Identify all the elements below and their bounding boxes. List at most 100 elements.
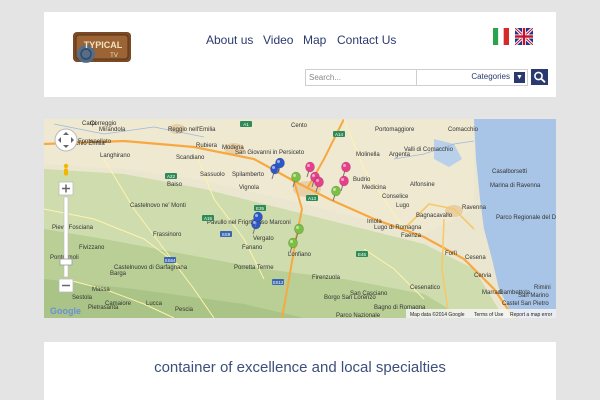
map-place-label: Lonfiano <box>288 252 312 258</box>
map-pan-control[interactable] <box>54 128 78 152</box>
map-place-label: Correggio <box>90 121 117 127</box>
search-button[interactable] <box>531 69 548 85</box>
categories-select[interactable]: Categories ▼ <box>416 69 528 86</box>
svg-text:E45: E45 <box>358 252 367 257</box>
road-shield: A15 <box>202 215 214 221</box>
map-place-label: Comacchio <box>448 127 479 133</box>
road-shield: A13 <box>306 195 318 201</box>
svg-text:E35: E35 <box>256 206 265 211</box>
map-place-label: Castel San Pietro <box>502 301 549 307</box>
road-shield: SS12 <box>272 279 284 285</box>
map-place-label: Bagnacavallo <box>416 213 453 219</box>
map-place-label: Rubiera <box>196 143 218 149</box>
map-place-label: Cervia <box>474 273 492 279</box>
road-shield: E35 <box>254 205 266 211</box>
nav-map[interactable]: Map <box>303 33 326 47</box>
svg-text:A22: A22 <box>167 174 176 179</box>
svg-text:A14: A14 <box>335 132 344 137</box>
map-place-label: Pietrasanta <box>88 305 119 311</box>
map-place-label: Vergato <box>253 236 274 242</box>
map-place-label: Massa <box>92 287 110 293</box>
map-place-label: Vignola <box>239 185 260 191</box>
map-place-label: Cesena <box>465 255 486 261</box>
google-map[interactable]: Carpi Mirandola Cento Portomaggiore Comacchi… <box>44 119 556 318</box>
road-shield: A1 <box>240 121 252 127</box>
google-logo[interactable]: Google <box>50 306 81 316</box>
map-place-label: Portomaggiore <box>375 127 415 133</box>
map-place-label: Sestola <box>72 295 93 301</box>
svg-text:A1: A1 <box>243 122 249 127</box>
nav-contact-us[interactable]: Contact Us <box>337 33 396 47</box>
map-place-label: San Giovanni in Persiceto <box>235 150 305 156</box>
zoom-slider-handle[interactable] <box>59 258 73 266</box>
map-place-label: Lugo di Romagna <box>374 225 422 231</box>
map-place-label: Mirandola <box>99 127 126 133</box>
road-shield: A14 <box>333 131 345 137</box>
map-place-label: Frassinoro <box>153 232 182 238</box>
english-flag-icon[interactable] <box>513 26 535 47</box>
map-place-label: Medicina <box>362 185 387 191</box>
map-place-label: Parco Nazionale <box>336 313 381 318</box>
road-shield: A22 <box>165 173 177 179</box>
map-place-label: Pieve Fosciana <box>52 225 94 231</box>
map-place-label: Lucca <box>146 301 163 307</box>
search-icon <box>534 71 546 83</box>
svg-text:SS64: SS64 <box>164 258 176 263</box>
map-place-label: Ravenna <box>462 205 487 211</box>
tagline-text: container of excellence and local specia… <box>154 359 446 376</box>
tagline-section: container of excellence and local specia… <box>44 342 556 400</box>
map-place-label: Fanano <box>242 245 263 251</box>
map-place-label: Casalborsetti <box>492 169 527 175</box>
map-place-label: Langhirano <box>100 153 131 159</box>
zoom-out-button[interactable] <box>58 278 74 293</box>
map-place-label: Firenzuola <box>312 275 341 281</box>
map-attribution: Map data ©2014 Google <box>410 311 465 318</box>
pegman-icon[interactable] <box>63 163 69 176</box>
map-place-label: Fivizzano <box>79 245 105 251</box>
svg-text:SS9: SS9 <box>222 232 231 237</box>
svg-text:SS12: SS12 <box>272 280 284 285</box>
site-header: TYPICAL TV About us Video Map Contact Us… <box>44 12 556 97</box>
chevron-down-icon: ▼ <box>514 72 525 83</box>
map-place-label: Forlì <box>445 251 457 257</box>
map-place-label: Cesenatico <box>410 285 441 291</box>
map-place-label: Fontanellato <box>78 139 112 145</box>
map-place-label: Castelnovo ne' Monti <box>130 203 186 209</box>
map-place-label: Baiso <box>167 182 183 188</box>
map-place-label: Alfonsine <box>410 182 435 188</box>
road-shield: SS64 <box>164 257 176 263</box>
map-place-label: San Casciano <box>350 291 388 297</box>
map-place-label: Marradi <box>482 290 502 296</box>
map-place-label: Parco Regionale del Delta del Po <box>496 215 556 221</box>
map-place-label: Rimini <box>534 285 551 291</box>
map-place-label: Lugo <box>396 203 410 209</box>
typical-tv-logo[interactable]: TYPICAL TV <box>72 28 132 66</box>
map-place-label: Sassuolo <box>200 172 225 178</box>
svg-text:A13: A13 <box>308 196 317 201</box>
map-place-label: Porretta Terme <box>234 265 274 271</box>
svg-text:A15: A15 <box>204 216 213 221</box>
search-input[interactable]: Search... <box>305 69 419 86</box>
italian-flag-icon[interactable] <box>493 27 509 46</box>
map-place-label: Faenza <box>401 233 422 239</box>
map-place-label: Cento <box>291 123 308 129</box>
map-place-label: Marina di Ravenna <box>490 183 541 189</box>
nav-about-us[interactable]: About us <box>206 33 253 47</box>
map-place-label: Spilamberto <box>232 172 265 178</box>
map-place-label: Valli di Comacchio <box>404 147 454 153</box>
map-place-label: Scandiano <box>176 155 205 161</box>
categories-label: Categories <box>471 72 510 81</box>
map-place-label: Reggio nell'Emilia <box>168 127 216 133</box>
road-shield: SS9 <box>220 231 232 237</box>
road-shield: E45 <box>356 251 368 257</box>
map-place-label: Barga <box>110 271 127 277</box>
map-place-label: Pescia <box>175 307 194 313</box>
map-place-label: Budrio <box>353 177 371 183</box>
map-place-label: San Marino <box>518 293 549 299</box>
report-map-error-link[interactable]: Report a map error <box>510 312 553 318</box>
terms-of-use-link[interactable]: Terms of Use <box>474 312 504 318</box>
zoom-in-button[interactable] <box>58 181 74 196</box>
logo-text: TYPICAL <box>84 40 123 50</box>
nav-video[interactable]: Video <box>263 33 293 47</box>
map-place-label: Molinella <box>356 152 380 158</box>
